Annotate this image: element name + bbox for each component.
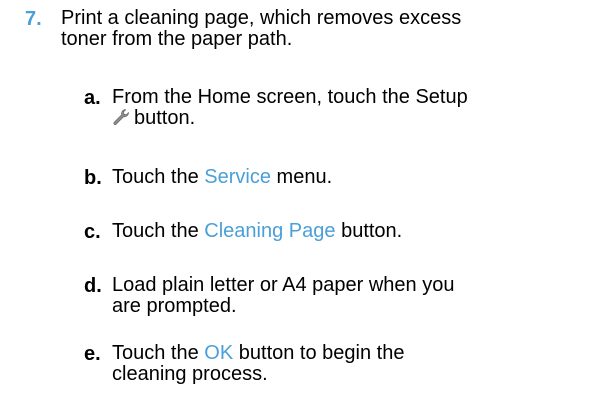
substep-d-line-2: are prompted. <box>112 295 237 317</box>
ok-button-label: OK <box>204 342 234 364</box>
step-number: 7. <box>25 8 42 30</box>
substep-a-line-2: button. <box>112 108 582 129</box>
substep-letter: c. <box>84 221 101 243</box>
cleaning-page-label: Cleaning Page <box>204 220 336 242</box>
substep-e-after: button to begin the <box>233 342 405 364</box>
substep-text: From the Home screen, touch the Setup bu… <box>112 87 582 129</box>
substep-a-line-1: From the Home screen, touch the Setup <box>112 86 468 108</box>
wrench-icon <box>113 109 129 125</box>
substep-b-after: menu. <box>271 166 333 188</box>
substep-b-before: Touch the <box>112 166 205 188</box>
step-text: Print a cleaning page, which removes exc… <box>61 8 581 50</box>
substep-letter: e. <box>84 343 101 365</box>
substep-e-line-2: cleaning process. <box>112 363 268 385</box>
substep-c-before: Touch the <box>112 220 205 242</box>
substep-letter: d. <box>84 275 102 297</box>
document-page: 7. Print a cleaning page, which removes … <box>0 0 603 399</box>
substep-text: Touch the Cleaning Page button. <box>112 221 582 242</box>
substep-text: Load plain letter or A4 paper when you a… <box>112 275 582 317</box>
step-text-line-2: toner from the paper path. <box>61 28 293 50</box>
substep-letter: a. <box>84 87 101 109</box>
substep-e-before: Touch the <box>112 342 205 364</box>
substep-text: Touch the Service menu. <box>112 167 582 188</box>
service-menu-label: Service <box>204 166 271 188</box>
step-text-line-1: Print a cleaning page, which removes exc… <box>61 7 462 29</box>
substep-a-line-2-text: button. <box>134 107 196 129</box>
substep-c-after: button. <box>335 220 403 242</box>
substep-letter: b. <box>84 167 102 189</box>
substep-e-line-1: Touch the OK button to begin the <box>112 343 582 364</box>
substep-text: Touch the OK button to begin the cleanin… <box>112 343 582 385</box>
substep-d-line-1: Load plain letter or A4 paper when you <box>112 274 455 296</box>
